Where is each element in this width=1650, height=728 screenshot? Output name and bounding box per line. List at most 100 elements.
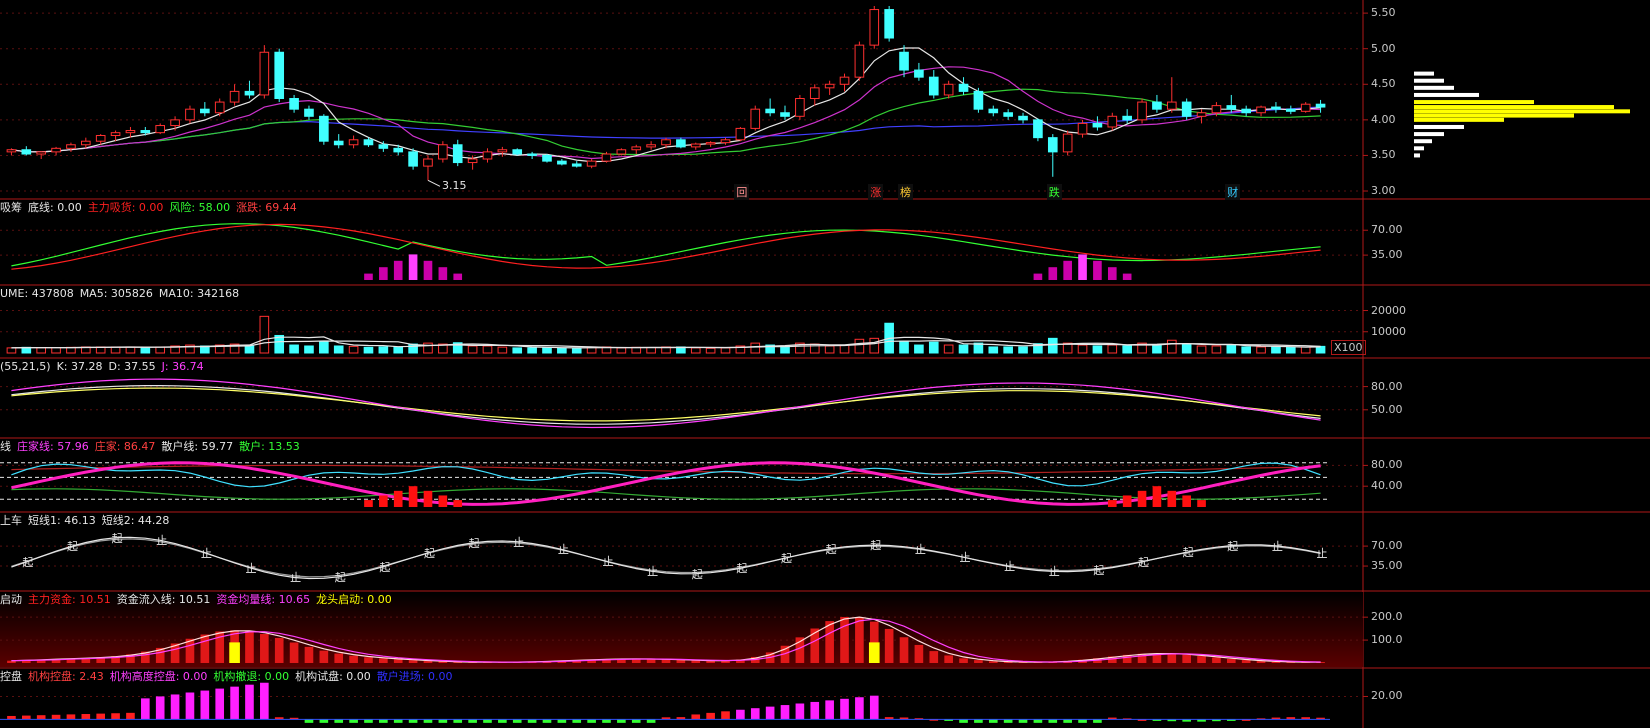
dealer-y-tick-label: 40.00	[1371, 479, 1403, 493]
board-y-tick-label: 70.00	[1371, 539, 1403, 553]
control-bar	[780, 705, 790, 720]
capital-bar	[646, 659, 656, 663]
price-y-tick-label: 5.50	[1371, 6, 1396, 20]
candle-body	[452, 144, 463, 164]
candle-body	[571, 163, 582, 167]
control-bar	[765, 706, 775, 720]
leader-start-bar	[868, 642, 880, 663]
volume-bar	[899, 340, 909, 354]
capital-bar	[661, 659, 671, 663]
candle-body	[631, 146, 642, 151]
volume-bar	[6, 347, 17, 354]
control-bar	[393, 719, 403, 723]
candle-body	[259, 51, 270, 96]
control-bar	[498, 719, 507, 723]
legend-item: 资金流入线: 10.51	[116, 593, 211, 606]
control-bar	[795, 703, 805, 720]
candle-body	[943, 83, 954, 96]
candle-body	[928, 76, 939, 96]
candle-body	[438, 144, 448, 160]
legend-item: K: 37.28	[56, 360, 103, 373]
candle-body	[1152, 101, 1162, 110]
marker-up: 起	[22, 555, 34, 569]
volume-bar	[36, 347, 47, 354]
candle-body	[21, 149, 32, 155]
volume-bar	[1181, 343, 1192, 354]
candle-body	[661, 139, 671, 146]
marker-stop: 止	[290, 571, 302, 585]
candle-body	[720, 139, 731, 144]
dealer-bar	[379, 495, 388, 507]
candle-body	[899, 51, 909, 71]
capital-bar	[260, 633, 269, 663]
candle-body	[497, 149, 508, 153]
candle-body	[854, 44, 865, 78]
capital-bar	[245, 631, 254, 663]
legend-item: 吸筹	[0, 201, 22, 214]
control-bar	[974, 719, 983, 723]
volume-profile-bar	[1414, 78, 1444, 83]
control-bar	[215, 688, 225, 720]
candle-body	[1033, 119, 1043, 139]
control-bar	[245, 684, 254, 720]
marker-up: 起	[870, 539, 882, 553]
candle-body	[809, 87, 820, 100]
volume-bar	[1241, 346, 1251, 354]
chip-absorb-bar	[1048, 267, 1058, 280]
dealer-bar	[1167, 490, 1177, 507]
marker-up: 起	[781, 552, 792, 566]
capital-bar	[334, 653, 344, 663]
candle-body	[1062, 133, 1073, 153]
low-price-marker: 3.15	[441, 179, 467, 193]
volume-profile-bar	[1414, 85, 1454, 90]
candle-body	[527, 153, 537, 156]
control-bar	[602, 719, 611, 723]
volume-bar	[1003, 346, 1013, 354]
legend-item: 风险: 58.00	[169, 201, 231, 214]
candle-body	[244, 90, 255, 96]
volume-bar	[333, 345, 344, 354]
candle-body	[1003, 112, 1013, 117]
control-bar	[869, 695, 879, 720]
candle-body	[1047, 137, 1058, 153]
control-bar	[959, 719, 968, 723]
capital-bar	[1212, 657, 1221, 663]
control-bar	[66, 714, 76, 720]
control-y-tick-label: 20.00	[1371, 689, 1403, 703]
legend-item: 资金均量线: 10.65	[216, 593, 311, 606]
dealer-thin-line	[11, 464, 1321, 475]
marker-up: 起	[736, 562, 748, 576]
candle-body	[348, 139, 359, 146]
control-bar	[646, 719, 656, 723]
candle-body	[170, 119, 180, 127]
volume-profile-bar	[1414, 105, 1614, 110]
candle-body	[423, 158, 433, 167]
capital-bar	[1182, 654, 1191, 663]
candle-body	[1196, 112, 1207, 117]
control-bar	[1093, 719, 1102, 723]
control-bar	[185, 692, 195, 720]
legend-item: 控盘	[0, 670, 22, 683]
candle-body	[36, 151, 47, 155]
legend-item: 机构撤退: 0.00	[213, 670, 290, 683]
stock-chart[interactable]	[0, 0, 1650, 728]
legend-item: 短线2: 44.28	[101, 514, 170, 527]
candle-body	[1077, 122, 1088, 135]
chip-y-tick-label: 70.00	[1371, 223, 1403, 237]
candle-body	[973, 90, 984, 110]
volume-bar	[571, 347, 582, 354]
marker-stop: 止	[245, 561, 257, 575]
volume-bar	[616, 347, 627, 354]
legend-item: 散户进场: 0.00	[376, 670, 453, 683]
volume-bar	[705, 347, 716, 354]
candle-body	[1166, 101, 1177, 110]
volume-bar	[1226, 344, 1237, 354]
capital-bar	[364, 657, 373, 663]
legend-item: 短线1: 46.13	[28, 514, 96, 527]
chip-absorb-bar	[453, 273, 463, 280]
dealer-bar	[393, 490, 403, 507]
control-bar	[408, 719, 418, 723]
volume-bar	[393, 346, 404, 354]
volume-bar	[1211, 345, 1222, 354]
control-bar	[721, 711, 730, 720]
